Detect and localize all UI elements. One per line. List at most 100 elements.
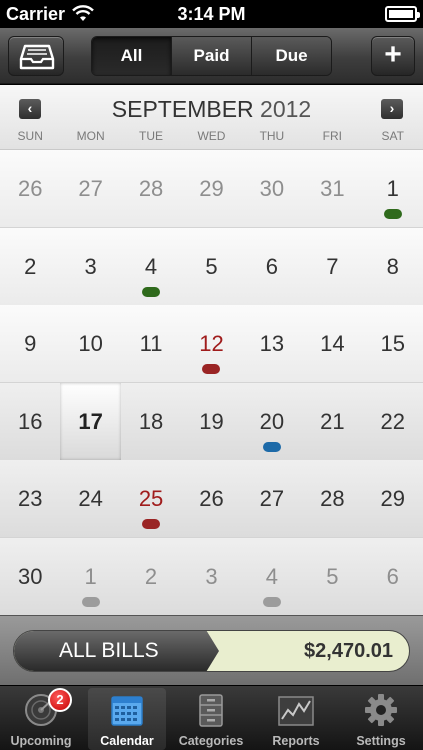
calendar-day[interactable]: 21 [302,383,362,460]
inbox-tray-icon [19,44,55,70]
all-bills-summary[interactable]: ALL BILLS $2,470.01 [13,630,410,672]
day-number: 25 [138,486,164,511]
day-number: 5 [205,253,218,279]
calendar-day[interactable]: 6 [242,228,302,305]
calendar-day[interactable]: 5 [302,538,362,615]
gear-icon [365,694,397,726]
tab-label: Upcoming [10,734,72,748]
calendar-day[interactable]: 23 [0,460,60,537]
calendar-day[interactable]: 9 [0,305,60,382]
tab-label: Settings [356,734,406,748]
calendar-day[interactable]: 11 [121,305,181,382]
bill-indicator-dot [142,286,161,297]
calendar-grid: 26 27 28 29 30 31 1 2 3 4 5 6 7 8 9 10 11 12 13 14 15 16 17 18 1… [0,150,423,616]
year: 2012 [260,96,312,122]
calendar-week-row: 30 1 2 3 4 5 6 [0,537,423,616]
calendar-week-row: 2 3 4 5 6 7 8 [0,227,423,306]
day-number: 6 [386,563,399,589]
day-number: 21 [320,408,345,434]
tab-categories[interactable]: Categories [172,688,250,750]
month-title: SEPTEMBER 2012 [0,96,423,123]
calendar-day[interactable]: 15 [363,305,423,382]
inbox-button[interactable] [8,36,64,76]
day-number: 17 [78,408,103,434]
calendar-day[interactable]: 12 [181,305,241,382]
day-number: 28 [320,486,345,511]
segment-due[interactable]: Due [252,37,331,75]
day-number: 7 [326,253,339,279]
day-number: 11 [139,331,163,356]
day-number: 24 [78,486,103,511]
add-bill-button[interactable]: + [371,36,415,76]
calendar-day[interactable]: 19 [181,383,241,460]
calendar-day[interactable]: 27 [242,460,302,537]
tab-reports[interactable]: Reports [257,688,335,750]
day-number: 30 [17,563,43,589]
tab-calendar[interactable]: Calendar [88,688,166,750]
day-number: 29 [380,486,406,511]
status-bar: Carrier 3:14 PM [0,0,423,28]
calendar-week-row: 23 24 25 26 27 28 29 [0,460,423,538]
bill-indicator-dot [262,596,281,607]
calendar-day[interactable]: 1 [60,538,120,615]
calendar-week-row: 16 17 18 19 20 21 22 [0,382,423,461]
day-number: 26 [17,176,43,201]
calendar-day[interactable]: 28 [302,460,362,537]
weekday-label: FRI [322,129,342,143]
calendar-day[interactable]: 4 [121,228,181,305]
tab-label: Categories [178,734,244,748]
day-number: 16 [17,408,43,434]
day-number: 1 [386,176,399,201]
tab-upcoming[interactable]: 2 Upcoming [2,688,80,750]
calendar-day[interactable]: 30 [242,150,302,227]
segment-all[interactable]: All [92,37,172,75]
calendar-day[interactable]: 4 [242,538,302,615]
calendar-day[interactable]: 30 [0,538,60,615]
day-number: 23 [17,486,43,511]
calendar-day[interactable]: 29 [181,150,241,227]
all-bills-label: ALL BILLS [14,631,219,671]
calendar-day[interactable]: 8 [363,228,423,305]
weekday-label: THU [259,129,285,143]
segment-paid[interactable]: Paid [172,37,252,75]
calendar-day[interactable]: 14 [302,305,362,382]
calendar-day[interactable]: 7 [302,228,362,305]
calendar-day[interactable]: 26 [0,150,60,227]
day-number: 3 [205,563,218,589]
calendar-day-today[interactable]: 17 [60,382,121,460]
calendar-day[interactable]: 28 [121,150,181,227]
calendar-day[interactable]: 10 [60,305,120,382]
tab-settings[interactable]: Settings [342,688,420,750]
calendar-day[interactable]: 3 [60,228,120,305]
calendar-day[interactable]: 18 [121,383,181,460]
calendar-day[interactable]: 2 [121,538,181,615]
calendar-day[interactable]: 2 [0,228,60,305]
calendar-icon [111,696,143,726]
day-number: 8 [386,253,399,279]
calendar-day[interactable]: 25 [121,460,181,537]
calendar-day[interactable]: 27 [60,150,120,227]
calendar-day[interactable]: 26 [181,460,241,537]
bill-indicator-dot [202,364,221,374]
calendar-day[interactable]: 31 [302,150,362,227]
calendar-day[interactable]: 1 [363,150,423,227]
calendar-day[interactable]: 16 [0,383,60,460]
weekday-labels: SUN MON TUE WED THU FRI SAT [0,129,423,143]
bill-indicator-dot [383,209,402,219]
calendar-day[interactable]: 6 [363,538,423,615]
tab-bar: 2 Upcoming Calendar Categories Reports S… [0,685,423,750]
bill-indicator-dot [262,441,281,452]
calendar-day[interactable]: 5 [181,228,241,305]
day-number: 22 [380,408,406,434]
next-month-button[interactable]: › [381,99,403,119]
calendar-day[interactable]: 13 [242,305,302,382]
day-number: 9 [24,331,37,356]
calendar-day[interactable]: 22 [363,383,423,460]
chart-icon [278,696,314,726]
calendar-day[interactable]: 24 [60,460,120,537]
weekday-label: MON [76,129,105,143]
calendar-day[interactable]: 20 [242,383,302,460]
calendar-day[interactable]: 29 [363,460,423,537]
calendar-day[interactable]: 3 [181,538,241,615]
summary-bar: ALL BILLS $2,470.01 [0,615,423,685]
